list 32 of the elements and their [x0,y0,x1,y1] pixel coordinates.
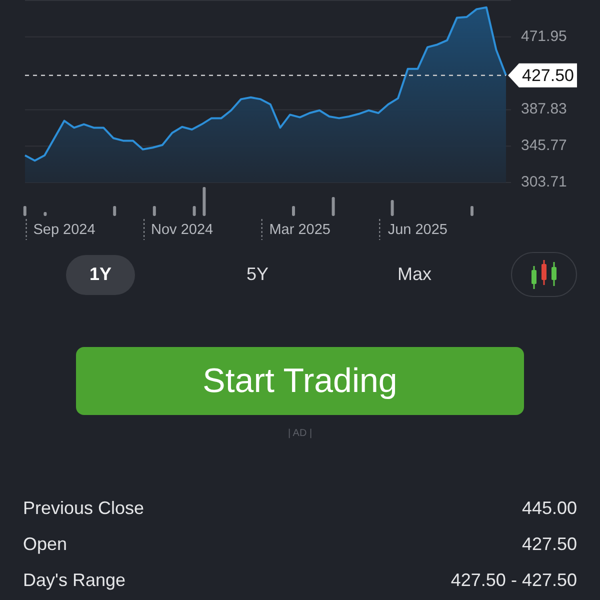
timeframe-tab[interactable]: 1Y [66,254,135,294]
volume-bar [470,206,474,216]
axis-label: 345.77 [521,137,567,154]
ad-label: | AD | [288,427,312,441]
volume-bar [292,206,295,216]
ref-line-label: 427.50 [522,66,574,85]
volume-bar [113,206,116,216]
stat-value: 445.00 [522,497,577,519]
timeframe-tab[interactable]: Max [380,254,449,294]
axis-label: 387.83 [521,100,567,118]
axis-label: Nov 2024 [151,222,214,238]
axis-label: Jun 2025 [388,222,448,238]
volume-bar [332,197,335,216]
stat-label: Day's Range [23,569,126,591]
stat-value: 427.50 [522,533,577,555]
chart-type-button[interactable] [511,252,577,297]
volume-bar [152,206,156,216]
stat-label: Previous Close [23,497,144,519]
volume-bar [390,200,394,216]
volume-bar [23,206,26,216]
axis-label: 471.95 [521,28,567,45]
volume-bar [202,187,206,216]
volume-bar [44,212,47,216]
stat-label: Open [23,533,68,555]
stat-value: 427.50 - 427.50 [450,569,577,591]
candlestick-chart-icon [531,260,557,290]
volume-bar [192,206,196,216]
axis-label: Mar 2025 [269,222,330,238]
current-price-tag: 427.50 [508,63,577,88]
timeframe-tab[interactable]: 5Y [223,254,292,294]
axis-label: Sep 2024 [33,222,96,238]
axis-label: 303.71 [521,173,567,190]
